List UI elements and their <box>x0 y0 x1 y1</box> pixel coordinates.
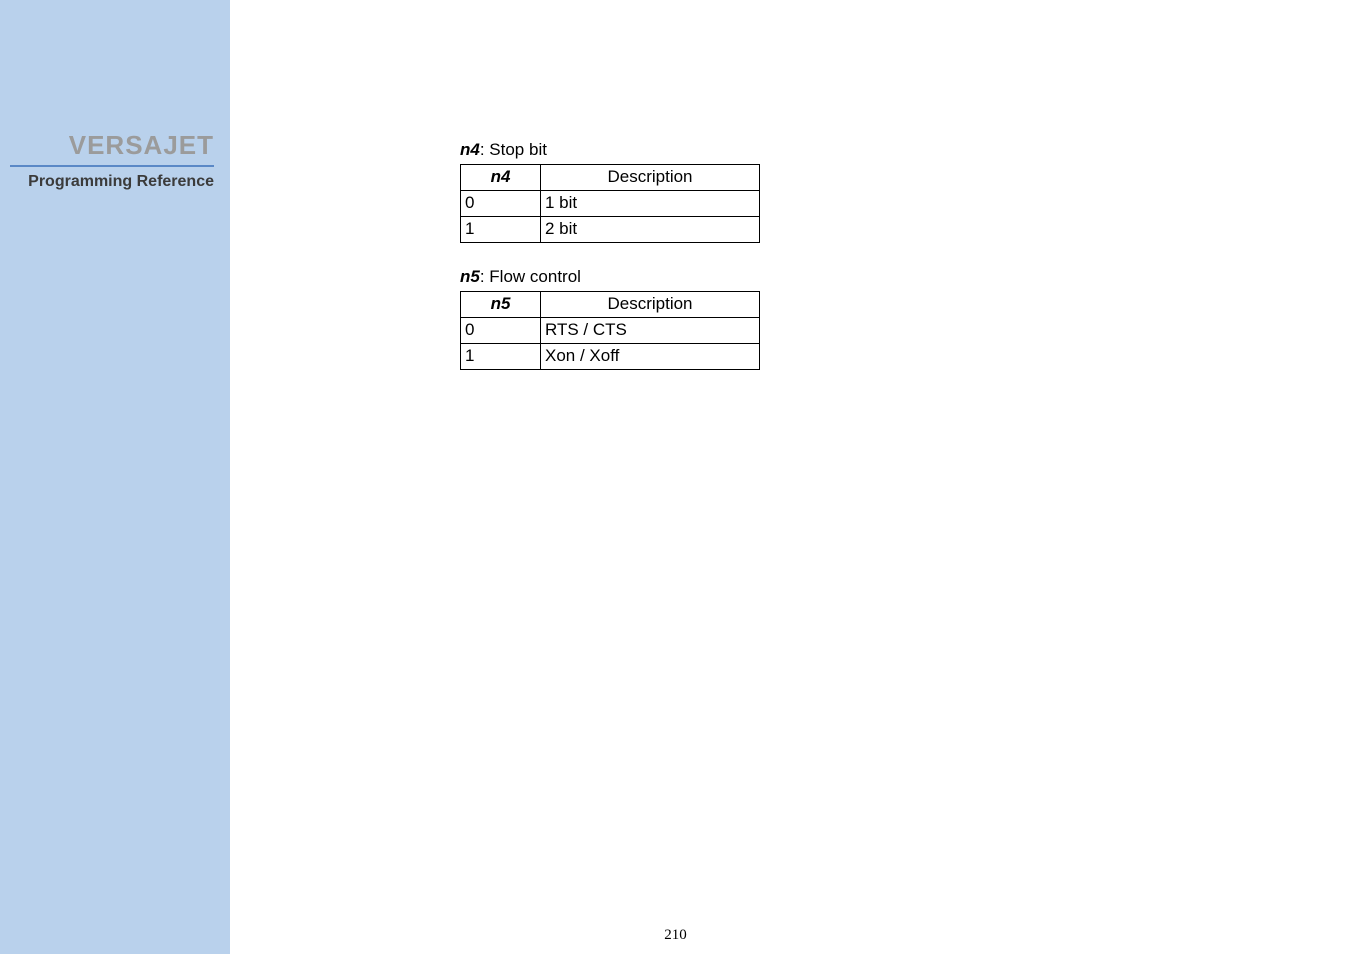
n5-row0-desc: RTS / CTS <box>541 318 760 344</box>
n5-row0-val: 0 <box>461 318 541 344</box>
n4-row0-val: 0 <box>461 191 541 217</box>
table-header-row: n5 Description <box>461 292 760 318</box>
n4-row1-val: 1 <box>461 217 541 243</box>
n4-param-name: n4 <box>460 140 480 159</box>
n4-table: n4 Description 0 1 bit 1 2 bit <box>460 164 760 243</box>
document-page: VERSAJET Programming Reference n4: Stop … <box>0 0 1351 954</box>
n4-label-rest: : Stop bit <box>480 140 547 159</box>
n5-table: n5 Description 0 RTS / CTS 1 Xon / Xoff <box>460 291 760 370</box>
brand-title: VERSAJET <box>10 130 214 161</box>
n4-header-param: n4 <box>461 165 541 191</box>
table-row: 0 1 bit <box>461 191 760 217</box>
main-content: n4: Stop bit n4 Description 0 1 bit 1 2 … <box>230 0 1351 954</box>
n4-row1-desc: 2 bit <box>541 217 760 243</box>
n5-param-name: n5 <box>460 267 480 286</box>
n4-row0-desc: 1 bit <box>541 191 760 217</box>
page-number: 210 <box>664 927 687 944</box>
table-row: 1 Xon / Xoff <box>461 344 760 370</box>
n5-section-label: n5: Flow control <box>460 267 1351 287</box>
n4-header-desc: Description <box>541 165 760 191</box>
n5-header-param: n5 <box>461 292 541 318</box>
table-row: 0 RTS / CTS <box>461 318 760 344</box>
n5-row1-val: 1 <box>461 344 541 370</box>
sidebar: VERSAJET Programming Reference <box>0 0 230 954</box>
n5-row1-desc: Xon / Xoff <box>541 344 760 370</box>
n5-header-desc: Description <box>541 292 760 318</box>
table-header-row: n4 Description <box>461 165 760 191</box>
table-row: 1 2 bit <box>461 217 760 243</box>
sidebar-subtitle: Programming Reference <box>10 173 214 191</box>
n4-section-label: n4: Stop bit <box>460 140 1351 160</box>
n5-label-rest: : Flow control <box>480 267 581 286</box>
divider <box>10 165 214 167</box>
